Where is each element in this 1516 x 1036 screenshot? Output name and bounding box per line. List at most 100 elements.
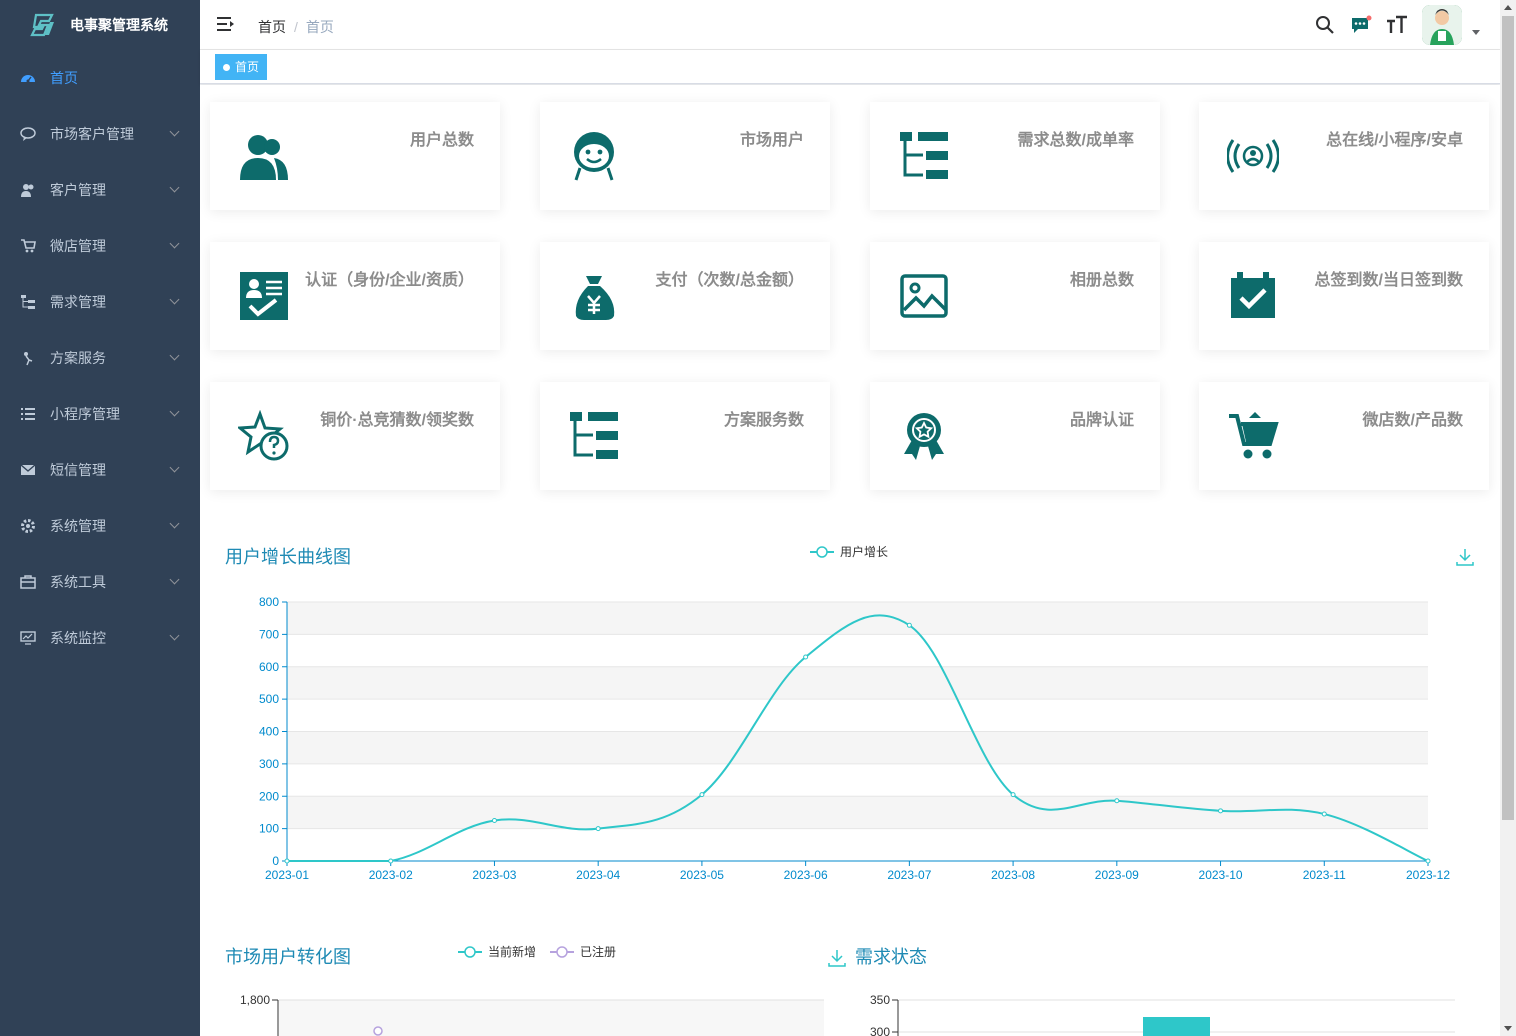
x-tick-label: 2023-03 — [472, 868, 516, 882]
y-tick-label: 100 — [259, 822, 279, 836]
x-tick-label: 2023-09 — [1095, 868, 1139, 882]
sidebar-item-label: 市场客户管理 — [50, 126, 134, 142]
sidebar-item-1[interactable]: 市场客户管理 — [0, 106, 200, 162]
sidebar-item-10[interactable]: 系统监控 — [0, 610, 200, 666]
tag-home[interactable]: 首页 — [215, 54, 268, 80]
stat-card[interactable]: 认证（身份/企业/资质） — [210, 242, 500, 350]
stat-card-title: 微店数/产品数 — [1362, 412, 1463, 429]
chevron-down-icon[interactable] — [1472, 29, 1480, 35]
message-icon — [20, 462, 36, 478]
chevron-down-icon — [169, 238, 180, 249]
stat-card-title: 相册总数 — [1069, 272, 1134, 289]
legend-marker-icon — [458, 945, 482, 958]
data-point — [1114, 798, 1120, 804]
sidebar-item-4[interactable]: 需求管理 — [0, 274, 200, 330]
grid-band — [287, 666, 1428, 700]
scrollbar-thumb[interactable] — [1502, 16, 1514, 820]
download-icon[interactable] — [827, 948, 847, 968]
legend-label: 用户增长 — [840, 545, 889, 559]
y-tick-label: 600 — [259, 660, 279, 674]
search-icon[interactable] — [1314, 14, 1336, 36]
logo[interactable]: 电事聚管理系统 — [0, 0, 200, 50]
sidebar-item-0[interactable]: 首页 — [0, 50, 200, 106]
stat-card[interactable]: 市场用户 — [540, 102, 830, 210]
stat-card[interactable]: 品牌认证 — [870, 382, 1160, 490]
sidebar-item-2[interactable]: 客户管理 — [0, 162, 200, 218]
x-tick-label: 2023-04 — [576, 868, 620, 882]
monitor-icon — [20, 630, 36, 646]
stat-card-title: 总在线/小程序/安卓 — [1326, 132, 1463, 149]
legend-label-new[interactable]: 当前新增 — [488, 943, 536, 960]
stat-card[interactable]: 方案服务数 — [540, 382, 830, 490]
sidebar-item-7[interactable]: 短信管理 — [0, 442, 200, 498]
scroll-down-icon[interactable] — [1504, 1026, 1512, 1031]
font-size-icon[interactable] — [1386, 14, 1408, 36]
download-icon[interactable] — [1455, 547, 1475, 567]
stat-card[interactable]: 总签到数/当日签到数 — [1199, 242, 1489, 350]
sidebar-item-label: 方案服务 — [50, 350, 106, 366]
stat-card-title: 总签到数/当日签到数 — [1314, 272, 1463, 289]
data-point — [373, 1026, 383, 1036]
face-icon — [568, 130, 620, 182]
conversion-chart-title: 市场用户转化图 — [225, 947, 351, 967]
app: 电事聚管理系统 首页市场客户管理客户管理微店管理需求管理方案服务小程序管理短信管… — [0, 0, 1516, 1036]
scroll-up-icon[interactable] — [1504, 5, 1512, 10]
stat-card-title: 方案服务数 — [723, 412, 804, 429]
y-tick-label: 800 — [259, 595, 279, 609]
demand-chart: 350 300 — [870, 993, 1455, 1036]
sidebar-item-3[interactable]: 微店管理 — [0, 218, 200, 274]
sidebar-item-9[interactable]: 系统工具 — [0, 554, 200, 610]
calendar-check-icon — [1227, 270, 1279, 322]
breadcrumb-home[interactable]: 首页 — [258, 19, 286, 35]
tag-label: 首页 — [235, 60, 260, 74]
sidebar-item-6[interactable]: 小程序管理 — [0, 386, 200, 442]
image-icon — [898, 270, 950, 322]
chevron-down-icon — [169, 126, 180, 137]
cart-icon — [20, 238, 36, 254]
stat-card[interactable]: 微店数/产品数 — [1199, 382, 1489, 490]
x-tick-label: 2023-01 — [265, 868, 309, 882]
stat-card[interactable]: 用户总数 — [210, 102, 500, 210]
dashboard-icon — [20, 70, 36, 86]
stat-card[interactable]: 相册总数 — [870, 242, 1160, 350]
data-point — [803, 654, 809, 660]
legend-label-registered[interactable]: 已注册 — [580, 943, 616, 960]
stat-card-title: 铜价·总竞猜数/领奖数 — [320, 412, 474, 429]
navbar-right — [1300, 4, 1480, 46]
scrollbar[interactable] — [1500, 0, 1516, 1036]
grid-band — [287, 731, 1428, 764]
data-point — [1321, 811, 1327, 817]
y-tick-label: 300 — [259, 757, 279, 771]
stat-card[interactable]: 需求总数/成单率 — [870, 102, 1160, 210]
hamburger-icon[interactable] — [216, 15, 236, 33]
data-point — [1218, 808, 1224, 814]
chevron-down-icon — [169, 350, 180, 361]
online-icon — [1226, 130, 1280, 182]
sidebar-item-5[interactable]: 方案服务 — [0, 330, 200, 386]
tag-dot-icon — [223, 64, 230, 71]
stat-card[interactable]: 总在线/小程序/安卓 — [1199, 102, 1489, 210]
data-point — [388, 858, 394, 864]
stat-card-title: 品牌认证 — [1069, 412, 1134, 429]
grid-band — [287, 796, 1428, 829]
data-point — [699, 792, 705, 798]
growth-chart-legend[interactable]: 用户增长 — [810, 543, 888, 560]
x-tick-label: 2023-08 — [991, 868, 1035, 882]
tags-view: 首页 — [200, 50, 1500, 84]
sidebar-item-8[interactable]: 系统管理 — [0, 498, 200, 554]
sidebar-item-label: 微店管理 — [50, 238, 106, 254]
sidebar-item-label: 系统管理 — [50, 518, 106, 534]
message-icon[interactable] — [1350, 14, 1372, 36]
chat-icon — [20, 126, 36, 142]
sidebar-item-label: 需求管理 — [50, 294, 106, 310]
sidebar-item-label: 小程序管理 — [50, 406, 120, 422]
users-icon — [238, 130, 290, 182]
avatar[interactable] — [1422, 5, 1462, 45]
chevron-down-icon — [169, 182, 180, 193]
stat-card[interactable]: 铜价·总竞猜数/领奖数 — [210, 382, 500, 490]
chevron-down-icon — [169, 294, 180, 305]
stat-card[interactable]: 支付（次数/总金额） — [540, 242, 830, 350]
x-tick-label: 2023-10 — [1199, 868, 1243, 882]
x-tick-label: 2023-06 — [784, 868, 828, 882]
award-icon — [898, 410, 950, 462]
